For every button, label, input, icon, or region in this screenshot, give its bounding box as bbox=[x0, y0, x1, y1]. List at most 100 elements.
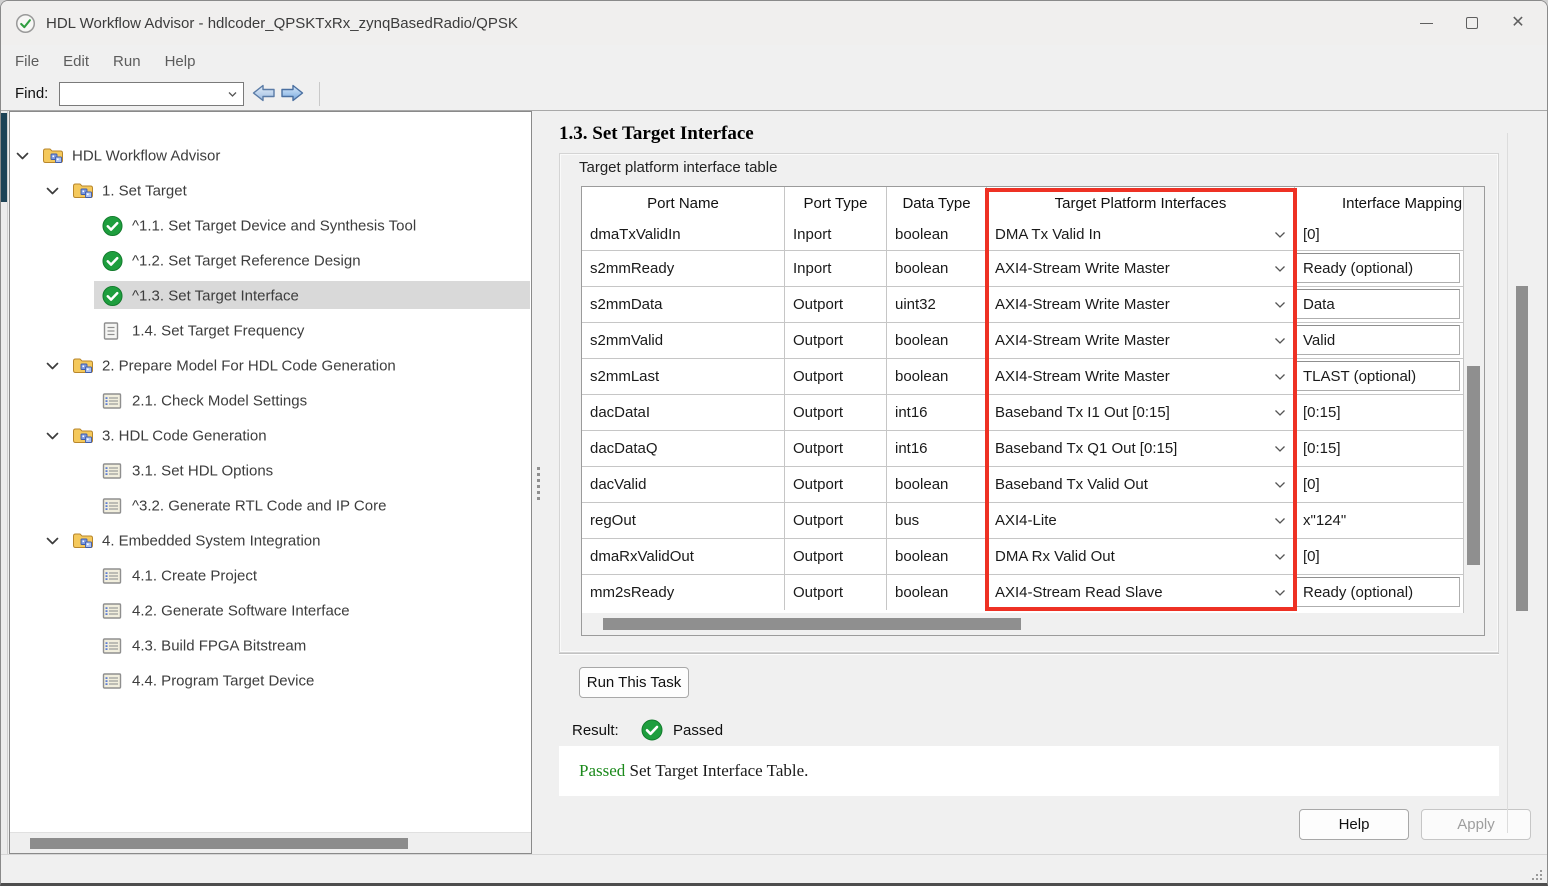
interface-mapping-cell[interactable]: Ready (optional) bbox=[1295, 251, 1463, 286]
data-type-cell: boolean bbox=[887, 575, 987, 610]
run-this-task-button[interactable]: Run This Task bbox=[579, 667, 689, 698]
expander-chevron-icon[interactable] bbox=[46, 536, 59, 545]
port-name-cell: s2mmReady bbox=[582, 251, 785, 286]
tree-item[interactable]: ^1.3. Set Target Interface bbox=[10, 278, 531, 313]
tree-item[interactable]: HDL Workflow Advisor bbox=[10, 138, 531, 173]
task-panel-scrollbar-thumb[interactable] bbox=[1516, 286, 1528, 611]
interface-mapping-field[interactable]: Valid bbox=[1296, 325, 1460, 355]
task-report-icon bbox=[102, 462, 122, 479]
window-title: HDL Workflow Advisor - hdlcoder_QPSKTxRx… bbox=[46, 15, 518, 32]
target-platform-interface-dropdown[interactable]: Baseband Tx Valid Out bbox=[987, 467, 1295, 502]
target-platform-interface-dropdown[interactable]: AXI4-Stream Write Master bbox=[987, 323, 1295, 358]
table-row: mm2sReadyOutportbooleanAXI4-Stream Read … bbox=[582, 574, 1463, 610]
tree-item-label: 4.2. Generate Software Interface bbox=[132, 602, 350, 619]
target-platform-interface-dropdown[interactable]: DMA Tx Valid In bbox=[987, 219, 1295, 250]
minimize-button[interactable] bbox=[1403, 1, 1449, 45]
tree-item-label: ^1.3. Set Target Interface bbox=[132, 287, 299, 304]
interface-mapping-cell[interactable]: TLAST (optional) bbox=[1295, 359, 1463, 394]
find-input[interactable] bbox=[59, 82, 244, 106]
maximize-button[interactable] bbox=[1449, 1, 1495, 45]
workflow-folder-icon bbox=[72, 181, 95, 200]
table-vertical-scrollbar[interactable] bbox=[1463, 187, 1484, 613]
task-panel-scrollbar[interactable] bbox=[1507, 133, 1535, 833]
tree-item[interactable]: 4. Embedded System Integration bbox=[10, 523, 531, 558]
tree-item[interactable]: 3.1. Set HDL Options bbox=[10, 453, 531, 488]
interface-mapping-cell[interactable]: Data bbox=[1295, 287, 1463, 322]
expander-chevron-icon[interactable] bbox=[46, 361, 59, 370]
data-type-cell: int16 bbox=[887, 431, 987, 466]
table-vertical-scrollbar-thumb[interactable] bbox=[1467, 366, 1480, 565]
tree-item-label: 4.1. Create Project bbox=[132, 567, 257, 584]
interface-table-label: Target platform interface table bbox=[579, 159, 777, 176]
interface-mapping-field[interactable]: Ready (optional) bbox=[1296, 253, 1460, 283]
target-platform-interface-dropdown[interactable]: AXI4-Stream Read Slave bbox=[987, 575, 1295, 610]
result-message-text: Set Target Interface Table. bbox=[625, 761, 808, 780]
data-type-cell: int16 bbox=[887, 395, 987, 430]
table-horizontal-scrollbar[interactable] bbox=[582, 613, 1484, 635]
port-name-cell: s2mmValid bbox=[582, 323, 785, 358]
tree-item-label: ^1.2. Set Target Reference Design bbox=[132, 252, 361, 269]
target-platform-interface-dropdown[interactable]: Baseband Tx Q1 Out [0:15] bbox=[987, 431, 1295, 466]
expander-chevron-icon[interactable] bbox=[16, 151, 29, 160]
tree-item[interactable]: 4.4. Program Target Device bbox=[10, 663, 531, 698]
tree-horizontal-scrollbar[interactable] bbox=[10, 832, 531, 853]
find-previous-button[interactable] bbox=[250, 81, 278, 107]
tree-item[interactable]: ^1.2. Set Target Reference Design bbox=[10, 243, 531, 278]
target-platform-interface-dropdown[interactable]: DMA Rx Valid Out bbox=[987, 539, 1295, 574]
dropdown-value: Baseband Tx I1 Out [0:15] bbox=[995, 404, 1170, 421]
help-button[interactable]: Help bbox=[1299, 809, 1409, 840]
target-platform-interface-dropdown[interactable]: AXI4-Stream Write Master bbox=[987, 287, 1295, 322]
find-next-button[interactable] bbox=[278, 81, 306, 107]
tree-item[interactable]: 1.4. Set Target Frequency bbox=[10, 313, 531, 348]
minimize-icon bbox=[1420, 23, 1433, 24]
tree-horizontal-scrollbar-thumb[interactable] bbox=[30, 838, 408, 849]
tree-item-label: 3.1. Set HDL Options bbox=[132, 462, 273, 479]
dropdown-value: AXI4-Stream Write Master bbox=[995, 260, 1170, 277]
tree-left-scrollbar-thumb[interactable] bbox=[1, 113, 7, 202]
tree-left-scrollbar[interactable] bbox=[1, 111, 8, 854]
menu-help[interactable]: Help bbox=[160, 51, 201, 72]
tree-item[interactable]: 4.1. Create Project bbox=[10, 558, 531, 593]
close-button[interactable]: ✕ bbox=[1495, 1, 1541, 45]
tree-item[interactable]: 2.1. Check Model Settings bbox=[10, 383, 531, 418]
table-row: dmaTxValidInInportbooleanDMA Tx Valid In… bbox=[582, 219, 1463, 250]
expander-chevron-icon[interactable] bbox=[46, 431, 59, 440]
interface-mapping-cell[interactable]: Ready (optional) bbox=[1295, 575, 1463, 610]
dropdown-value: Baseband Tx Valid Out bbox=[995, 476, 1148, 493]
dropdown-chevron-icon bbox=[1274, 589, 1286, 597]
dropdown-chevron-icon bbox=[1274, 517, 1286, 525]
task-report-icon bbox=[102, 672, 122, 689]
menu-run[interactable]: Run bbox=[108, 51, 146, 72]
expander-chevron-icon[interactable] bbox=[46, 186, 59, 195]
task-report-icon bbox=[102, 497, 122, 514]
data-type-cell: boolean bbox=[887, 467, 987, 502]
interface-mapping-cell[interactable]: Valid bbox=[1295, 323, 1463, 358]
tree-item-label: 2.1. Check Model Settings bbox=[132, 392, 307, 409]
tree-item[interactable]: ^1.1. Set Target Device and Synthesis To… bbox=[10, 208, 531, 243]
target-platform-interface-dropdown[interactable]: AXI4-Lite bbox=[987, 503, 1295, 538]
interface-mapping-field[interactable]: Data bbox=[1296, 289, 1460, 319]
table-horizontal-scrollbar-thumb[interactable] bbox=[603, 618, 1021, 630]
interface-mapping-field[interactable]: Ready (optional) bbox=[1296, 577, 1460, 607]
menu-edit[interactable]: Edit bbox=[58, 51, 94, 72]
menu-file[interactable]: File bbox=[10, 51, 44, 72]
tree-item[interactable]: ^3.2. Generate RTL Code and IP Core bbox=[10, 488, 531, 523]
resize-grip-icon[interactable] bbox=[1528, 866, 1542, 880]
interface-mapping-field[interactable]: TLAST (optional) bbox=[1296, 361, 1460, 391]
panel-splitter[interactable] bbox=[537, 467, 541, 503]
tree-item[interactable]: 2. Prepare Model For HDL Code Generation bbox=[10, 348, 531, 383]
tree-item[interactable]: 4.3. Build FPGA Bitstream bbox=[10, 628, 531, 663]
target-platform-interface-dropdown[interactable]: AXI4-Stream Write Master bbox=[987, 359, 1295, 394]
target-platform-interface-dropdown[interactable]: AXI4-Stream Write Master bbox=[987, 251, 1295, 286]
data-type-cell: boolean bbox=[887, 219, 987, 250]
find-label: Find: bbox=[15, 85, 48, 102]
workflow-tree-panel: HDL Workflow Advisor 1. Set Target ^1.1.… bbox=[9, 111, 532, 854]
target-platform-interface-dropdown[interactable]: Baseband Tx I1 Out [0:15] bbox=[987, 395, 1295, 430]
tree-item[interactable]: 3. HDL Code Generation bbox=[10, 418, 531, 453]
chevron-down-icon bbox=[227, 88, 238, 100]
port-name-cell: s2mmData bbox=[582, 287, 785, 322]
tree-item[interactable]: 1. Set Target bbox=[10, 173, 531, 208]
tree-item[interactable]: 4.2. Generate Software Interface bbox=[10, 593, 531, 628]
task-panel: 1.3. Set Target Interface Target platfor… bbox=[549, 111, 1548, 854]
port-name-cell: regOut bbox=[582, 503, 785, 538]
